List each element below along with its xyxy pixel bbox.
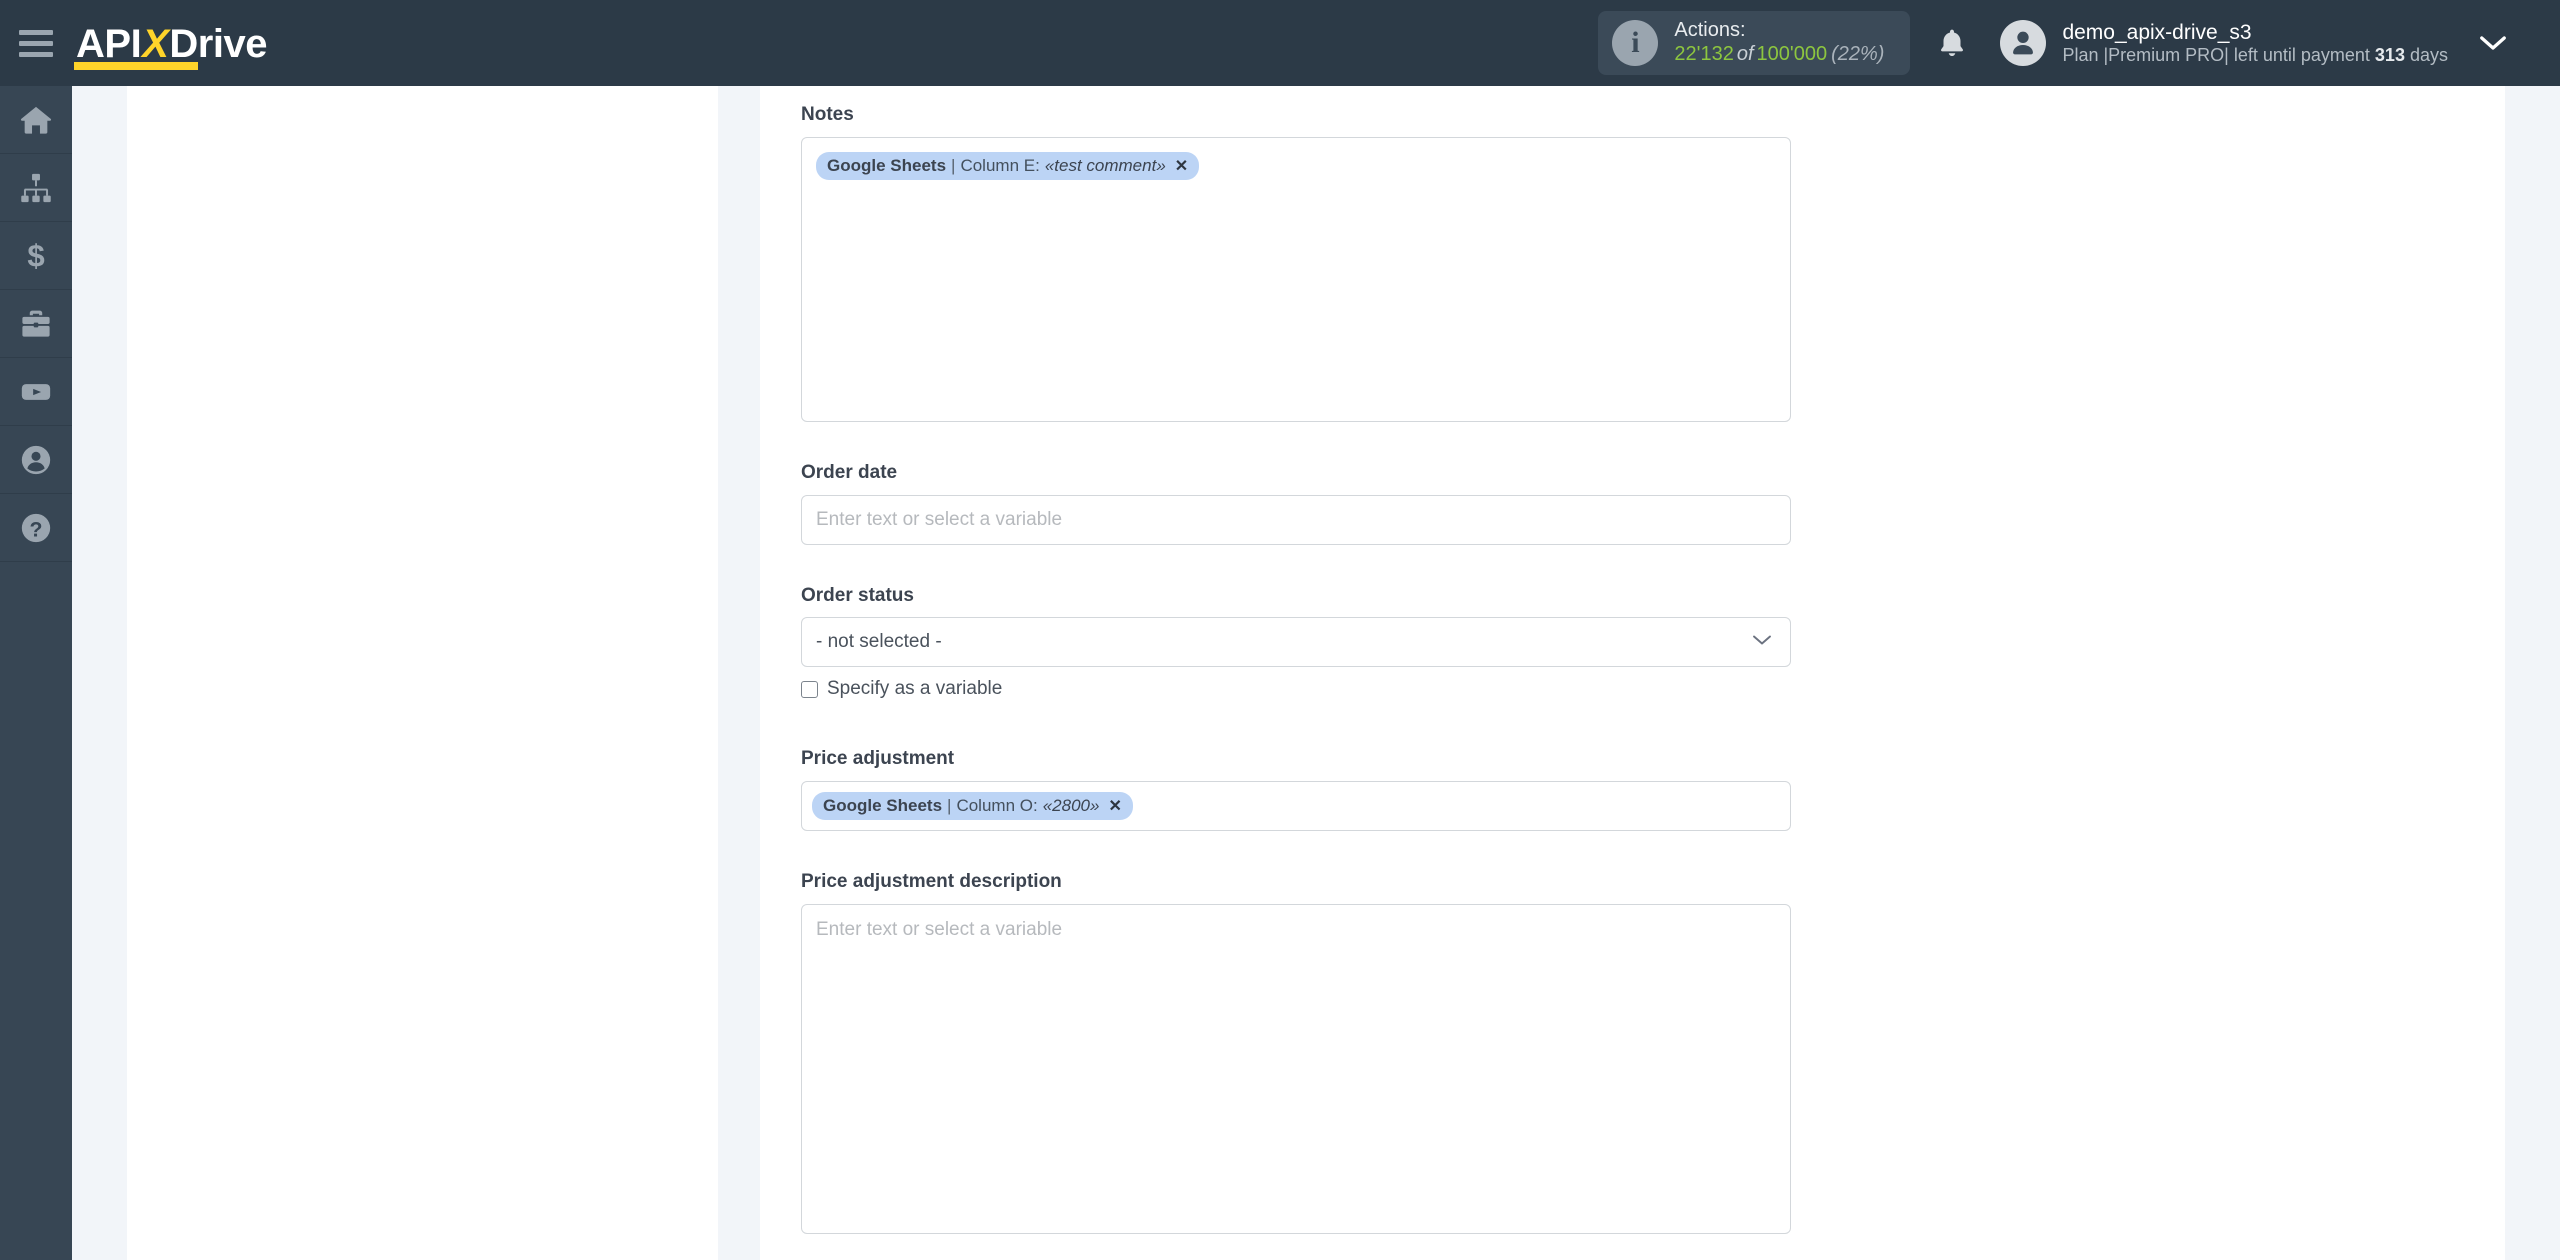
- actions-title: Actions:: [1674, 19, 1746, 42]
- price-adjustment-label: Price adjustment: [801, 748, 955, 770]
- chip-value: «test comment»: [1044, 155, 1166, 175]
- order-status-label: Order status: [801, 584, 914, 606]
- hamburger-bar: [19, 51, 53, 57]
- plan-suffix: days: [2404, 44, 2448, 65]
- top-header: APIXDrive i Actions: 22'132 of 100'000 (22%…: [0, 0, 2560, 86]
- hamburger-bar: [19, 29, 53, 35]
- actions-total: 100'000: [1756, 43, 1828, 65]
- field-order-date: Order date Enter text or select a variab…: [801, 462, 1860, 545]
- chip-separator: |: [947, 796, 952, 816]
- question-circle-icon: ?: [19, 511, 53, 545]
- svg-text:$: $: [27, 239, 44, 273]
- user-avatar-icon: [2000, 20, 2047, 66]
- header-right-group: i Actions: 22'132 of 100'000 (22%) demo_…: [1598, 0, 2560, 86]
- order-status-variable-checkbox-row[interactable]: Specify as a variable: [801, 678, 1860, 700]
- user-circle-icon: [19, 443, 53, 477]
- chip-value: «2800»: [1042, 796, 1100, 816]
- plan-days: 313: [2374, 44, 2405, 65]
- sidebar-item-connections[interactable]: [0, 154, 72, 222]
- user-account-menu[interactable]: demo_apix-drive_s3 Plan |Premium PRO| le…: [1994, 0, 2448, 86]
- chip-separator: |: [951, 155, 956, 175]
- chip-column: Column E:: [960, 155, 1040, 175]
- chevron-down-icon[interactable]: [2448, 0, 2538, 86]
- actions-of: of: [1736, 43, 1754, 65]
- hamburger-menu-icon[interactable]: [0, 0, 72, 86]
- logo-text: APIXDrive: [76, 24, 267, 86]
- field-price-adjustment: Price adjustment Google Sheets | Column O:…: [801, 748, 1860, 832]
- plan-prefix: Plan |Premium PRO| left until payment: [2062, 44, 2375, 65]
- price-adjustment-input[interactable]: Google Sheets | Column O: «2800» ✕: [801, 781, 1791, 832]
- app-root: APIXDrive i Actions: 22'132 of 100'000 (22%…: [0, 0, 2560, 1260]
- sitemap-icon: [19, 171, 53, 205]
- logo-x: X: [142, 22, 169, 66]
- left-panel-card: [127, 86, 718, 1260]
- sidebar-item-home[interactable]: [0, 86, 72, 154]
- price-adjustment-description-label: Price adjustment description: [801, 871, 1062, 893]
- actions-value: 22'132 of 100'000 (22%): [1674, 43, 1884, 67]
- youtube-icon: [19, 375, 53, 409]
- user-name: demo_apix-drive_s3: [2062, 20, 2252, 44]
- order-status-variable-label: Specify as a variable: [827, 678, 1003, 700]
- chip-column: Column O:: [956, 796, 1038, 816]
- order-status-variable-checkbox[interactable]: [801, 680, 818, 698]
- hamburger-bar: [19, 40, 53, 46]
- logo-api: API: [76, 22, 142, 66]
- actions-text-group: Actions: 22'132 of 100'000 (22%): [1674, 19, 1884, 66]
- bell-icon[interactable]: [1910, 0, 1994, 86]
- order-date-label: Order date: [801, 461, 898, 483]
- field-notes: Notes Google Sheets | Column E: «test comme…: [801, 104, 1860, 422]
- chip-remove-icon[interactable]: ✕: [1166, 156, 1188, 176]
- chip-source: Google Sheets: [827, 155, 947, 175]
- field-order-status: Order status - not selected - Specify as…: [801, 585, 1860, 701]
- logo-drive: Drive: [169, 22, 267, 66]
- chip-source: Google Sheets: [823, 796, 943, 816]
- chip-remove-icon[interactable]: ✕: [1099, 796, 1121, 816]
- logo-underline: [74, 62, 198, 70]
- sidebar-rail: $ ?: [0, 86, 72, 1260]
- order-status-select[interactable]: - not selected -: [801, 617, 1791, 668]
- order-date-input[interactable]: Enter text or select a variable: [801, 494, 1791, 545]
- user-plan-info: Plan |Premium PRO| left until payment 31…: [2062, 45, 2448, 67]
- apix-drive-logo[interactable]: APIXDrive: [72, 0, 267, 86]
- svg-text:?: ?: [30, 517, 43, 541]
- variable-chip-price-adjustment[interactable]: Google Sheets | Column O: «2800» ✕: [812, 792, 1133, 821]
- order-status-selected-value: - not selected -: [816, 631, 942, 653]
- sidebar-item-tools[interactable]: [0, 290, 72, 358]
- dollar-icon: $: [19, 239, 53, 273]
- briefcase-icon: [19, 307, 53, 341]
- user-text-group: demo_apix-drive_s3 Plan |Premium PRO| le…: [2062, 20, 2448, 67]
- actions-percent: (22%): [1831, 43, 1885, 65]
- field-mapping-form: Notes Google Sheets | Column E: «test comme…: [760, 86, 1860, 1234]
- sidebar-item-help[interactable]: ?: [0, 494, 72, 562]
- info-icon: i: [1612, 20, 1659, 66]
- notes-input[interactable]: Google Sheets | Column E: «test comment» ✕: [801, 136, 1791, 422]
- order-date-placeholder: Enter text or select a variable: [816, 508, 1063, 530]
- sidebar-item-billing[interactable]: $: [0, 222, 72, 290]
- actions-used: 22'132: [1674, 43, 1734, 65]
- actions-quota-badge[interactable]: i Actions: 22'132 of 100'000 (22%): [1598, 11, 1911, 75]
- field-mapping-panel: Notes Google Sheets | Column E: «test comme…: [760, 86, 2505, 1260]
- chevron-down-icon: [1750, 631, 1774, 653]
- field-price-adjustment-description: Price adjustment description Enter text …: [801, 871, 1860, 1234]
- price-adjustment-description-placeholder: Enter text or select a variable: [816, 918, 1063, 940]
- sidebar-item-account[interactable]: [0, 426, 72, 494]
- notes-label: Notes: [801, 104, 854, 125]
- sidebar-item-video[interactable]: [0, 358, 72, 426]
- price-adjustment-description-input[interactable]: Enter text or select a variable: [801, 903, 1791, 1234]
- variable-chip-notes[interactable]: Google Sheets | Column E: «test comment» ✕: [816, 151, 1200, 180]
- home-icon: [19, 103, 53, 137]
